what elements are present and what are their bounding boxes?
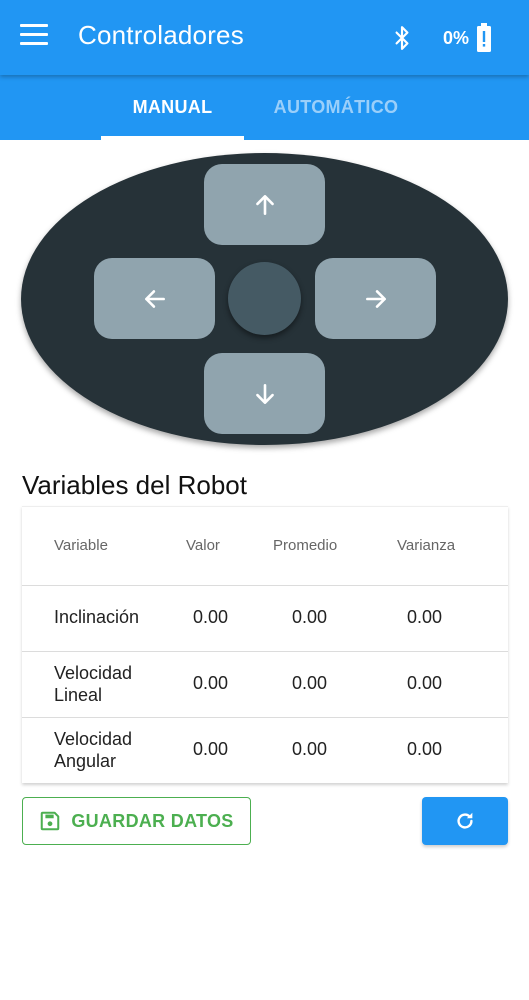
- section-title: Variables del Robot: [22, 470, 247, 500]
- row-velocidad-angular-valor: 0.00: [193, 739, 229, 759]
- row-velocidad-angular-name: Velocidad Angular: [54, 729, 133, 771]
- menu-icon[interactable]: [18, 24, 50, 50]
- center-stop-button[interactable]: [228, 262, 301, 335]
- move-left-button[interactable]: [94, 258, 215, 339]
- row-divider: [22, 585, 508, 586]
- row-inclinacion-varianza: 0.00: [407, 607, 443, 627]
- refresh-icon: [457, 812, 473, 829]
- row-inclinacion-valor: 0.00: [193, 607, 229, 627]
- variables-table: Variable Valor Promedio Varianza Inclina…: [22, 506, 508, 783]
- bluetooth-icon[interactable]: [389, 22, 415, 54]
- arrow-right-icon: [365, 289, 386, 308]
- row-velocidad-lineal-name: Velocidad Lineal: [54, 663, 133, 705]
- header-valor: Valor: [186, 537, 220, 554]
- save-data-label: GUARDAR DATOS: [71, 810, 234, 831]
- row-inclinacion-name: Inclinación: [54, 607, 140, 627]
- arrow-down-icon: [255, 383, 274, 404]
- battery-percentage: 0%: [443, 28, 470, 48]
- tab-automatico[interactable]: AUTOMÁTICO: [260, 75, 412, 140]
- move-down-button[interactable]: [204, 353, 325, 434]
- app-bar: Controladores 0%: [0, 0, 529, 75]
- tab-manual[interactable]: MANUAL: [101, 75, 244, 140]
- header-varianza: Varianza: [397, 537, 456, 554]
- row-inclinacion-promedio: 0.00: [292, 607, 328, 627]
- floppy-disk-icon: [41, 811, 60, 831]
- refresh-button[interactable]: [422, 797, 508, 845]
- row-velocidad-lineal-promedio: 0.00: [292, 673, 328, 693]
- row-divider: [22, 717, 508, 718]
- row-velocidad-angular-promedio: 0.00: [292, 739, 328, 759]
- header-variable: Variable: [54, 537, 108, 554]
- row-velocidad-angular-varianza: 0.00: [407, 739, 443, 759]
- arrow-up-icon: [255, 194, 274, 215]
- tab-indicator: [101, 136, 244, 140]
- move-up-button[interactable]: [204, 164, 325, 245]
- row-divider: [22, 651, 508, 652]
- move-right-button[interactable]: [315, 258, 436, 339]
- tab-bar: MANUAL AUTOMÁTICO: [0, 75, 529, 140]
- row-velocidad-lineal-varianza: 0.00: [407, 673, 443, 693]
- row-velocidad-lineal-valor: 0.00: [193, 673, 229, 693]
- header-promedio: Promedio: [273, 537, 338, 554]
- arrow-left-icon: [144, 289, 165, 308]
- save-data-button[interactable]: GUARDAR DATOS: [22, 797, 251, 845]
- battery-alert-icon: [477, 23, 491, 52]
- app-title: Controladores: [78, 20, 244, 50]
